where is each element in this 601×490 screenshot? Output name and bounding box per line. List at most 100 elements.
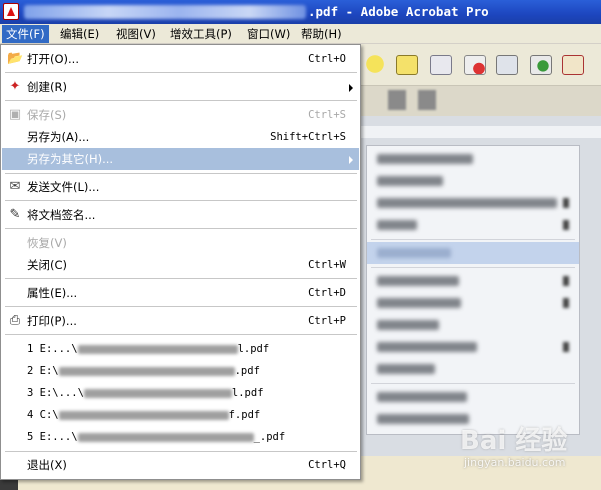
menu-item-shortcut: Ctrl+O xyxy=(308,53,346,65)
blurred-label xyxy=(377,342,477,352)
blurred-label xyxy=(377,176,443,186)
menu-item-exit[interactable]: 退出(X) Ctrl+Q xyxy=(2,454,359,476)
menu-window[interactable]: 窗口(W) xyxy=(243,25,294,43)
menu-item-shortcut: Ctrl+D xyxy=(308,287,346,299)
blurred-label xyxy=(377,248,451,258)
page-edge xyxy=(360,126,601,138)
menu-edit[interactable]: 编辑(E) xyxy=(56,25,103,43)
menu-bar: 文件(F) 编辑(E) 视图(V) 增效工具(P) 窗口(W) 帮助(H) xyxy=(0,24,601,44)
blurred-path xyxy=(58,366,235,376)
blurred-filename xyxy=(24,5,306,19)
recent-file-suffix: l.pdf xyxy=(237,343,270,355)
recent-file-4[interactable]: 4 C:\ f.pdf xyxy=(2,404,359,426)
submenu-arrow-icon xyxy=(563,220,569,230)
lock-icon[interactable] xyxy=(496,55,518,75)
recent-file-3[interactable]: 3 E:\...\ l.pdf xyxy=(2,382,359,404)
envelope-icon: ✉ xyxy=(9,179,21,194)
menu-item-label: 发送文件(L)... xyxy=(27,180,100,194)
menu-item-shortcut: Shift+Ctrl+S xyxy=(270,131,346,143)
menu-item-save-as[interactable]: 另存为(A)... Shift+Ctrl+S xyxy=(2,126,359,148)
menu-item-save[interactable]: ▣ 保存(S) Ctrl+S xyxy=(2,104,359,126)
menu-item-label: 关闭(C) xyxy=(27,258,68,272)
comment-icon[interactable] xyxy=(364,55,386,75)
file-menu-dropdown: 📂 打开(O)... Ctrl+O ✦ 创建(R) ▣ 保存(S) Ctrl+S… xyxy=(0,44,361,480)
recent-file-suffix: f.pdf xyxy=(228,409,261,421)
recent-file-prefix: 5 E:...\ xyxy=(27,431,78,443)
toolbar xyxy=(360,44,601,86)
open-folder-icon: 📂 xyxy=(7,51,24,66)
menu-item-shortcut: Ctrl+W xyxy=(308,259,346,271)
submenu-separator xyxy=(371,267,575,268)
menu-separator xyxy=(5,306,357,307)
menu-file[interactable]: 文件(F) xyxy=(2,25,49,43)
recent-file-prefix: 1 E:...\ xyxy=(27,343,78,355)
submenu-item[interactable] xyxy=(367,358,579,380)
recent-file-5[interactable]: 5 E:...\ _.pdf xyxy=(2,426,359,448)
submenu-item[interactable] xyxy=(367,214,579,236)
menu-item-print[interactable]: ⎙ 打印(P)... Ctrl+P xyxy=(2,310,359,332)
menu-separator xyxy=(5,228,357,229)
secondary-toolbar xyxy=(360,86,601,116)
save-as-other-submenu xyxy=(366,145,580,435)
menu-item-save-as-other[interactable]: 另存为其它(H)... xyxy=(2,148,359,170)
menu-item-label: 将文档签名... xyxy=(27,208,96,222)
blurred-label xyxy=(377,154,473,164)
menu-item-properties[interactable]: 属性(E)... Ctrl+D xyxy=(2,282,359,304)
menu-item-close[interactable]: 关闭(C) Ctrl+W xyxy=(2,254,359,276)
secure-icon[interactable] xyxy=(464,55,486,75)
menu-view[interactable]: 视图(V) xyxy=(112,25,160,43)
note-edit-icon[interactable] xyxy=(396,55,418,75)
submenu-item[interactable] xyxy=(367,170,579,192)
menu-item-label: 恢复(V) xyxy=(27,236,67,250)
submenu-item[interactable] xyxy=(367,148,579,170)
recent-file-path: 1 E:...\ l.pdf xyxy=(27,338,269,360)
menu-item-create[interactable]: ✦ 创建(R) xyxy=(2,76,359,98)
submenu-item[interactable] xyxy=(367,386,579,408)
sign-icon[interactable] xyxy=(562,55,584,75)
menu-help[interactable]: 帮助(H) xyxy=(297,25,346,43)
submenu-item-highlighted[interactable] xyxy=(367,242,579,264)
submenu-item[interactable] xyxy=(367,336,579,358)
baidu-watermark: Bai 经验 jingyan.baidu.com xyxy=(450,420,600,480)
menu-separator xyxy=(5,334,357,335)
submenu-item[interactable] xyxy=(367,270,579,292)
menu-item-label: 打开(O)... xyxy=(27,52,79,66)
title-bar: .pdf - Adobe Acrobat Pro xyxy=(0,0,601,24)
recent-file-2[interactable]: 2 E:\ .pdf xyxy=(2,360,359,382)
submenu-item[interactable] xyxy=(367,314,579,336)
submenu-arrow-icon xyxy=(349,84,353,92)
menu-plugins[interactable]: 增效工具(P) xyxy=(166,25,236,43)
blurred-label xyxy=(377,320,439,330)
blurred-tool-icon[interactable] xyxy=(418,90,436,110)
watermark-url: jingyan.baidu.com xyxy=(464,456,566,469)
blurred-label xyxy=(377,364,435,374)
submenu-arrow-icon xyxy=(563,342,569,352)
submenu-item[interactable] xyxy=(367,192,579,214)
menu-item-label: 打印(P)... xyxy=(27,314,77,328)
recent-file-path: 3 E:\...\ l.pdf xyxy=(27,382,264,404)
form-icon[interactable] xyxy=(430,55,452,75)
submenu-arrow-icon xyxy=(349,156,353,164)
recent-file-path: 2 E:\ .pdf xyxy=(27,360,260,382)
menu-item-sign-document[interactable]: ✎ 将文档签名... xyxy=(2,204,359,226)
menu-item-open[interactable]: 📂 打开(O)... Ctrl+O xyxy=(2,48,359,70)
menu-item-revert[interactable]: 恢复(V) xyxy=(2,232,359,254)
blurred-tool-icon[interactable] xyxy=(388,90,406,110)
menu-item-label: 保存(S) xyxy=(27,108,67,122)
menu-item-label: 另存为(A)... xyxy=(27,130,90,144)
recent-file-1[interactable]: 1 E:...\ l.pdf xyxy=(2,338,359,360)
refresh-icon[interactable] xyxy=(530,55,552,75)
blurred-path xyxy=(58,410,229,420)
submenu-arrow-icon xyxy=(563,198,569,208)
blurred-label xyxy=(377,392,467,402)
window-title: .pdf - Adobe Acrobat Pro xyxy=(308,4,489,19)
blurred-path xyxy=(77,432,254,442)
watermark-logo-text: Bai 经验 xyxy=(460,426,568,456)
recent-file-path: 4 C:\ f.pdf xyxy=(27,404,260,426)
submenu-separator xyxy=(371,239,575,240)
recent-file-suffix: l.pdf xyxy=(231,387,264,399)
menu-item-send-file[interactable]: ✉ 发送文件(L)... xyxy=(2,176,359,198)
blurred-label xyxy=(377,298,461,308)
submenu-item[interactable] xyxy=(367,292,579,314)
menu-item-label: 创建(R) xyxy=(27,80,67,94)
